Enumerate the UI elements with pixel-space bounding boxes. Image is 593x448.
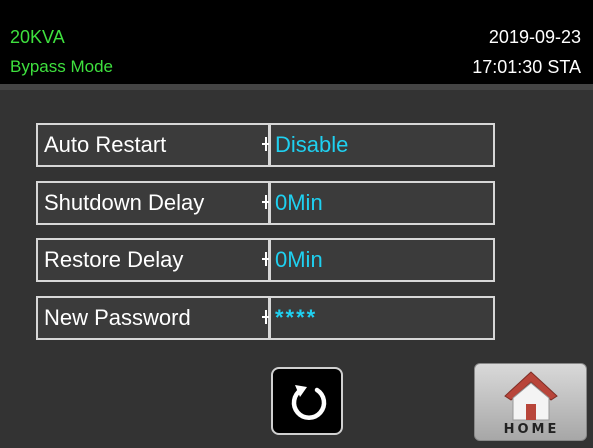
setting-label: Shutdown Delay (36, 181, 270, 225)
home-label: HOME (503, 422, 560, 437)
setting-label: Auto Restart (36, 123, 270, 167)
setting-row-shutdown-delay: Shutdown Delay 0Min (36, 181, 496, 225)
setting-value-shutdown-delay[interactable]: 0Min (269, 181, 495, 225)
status-header: 20KVA Bypass Mode 2019-09-23 17:01:30 ST… (0, 0, 593, 84)
setting-value-new-password[interactable]: **** (269, 296, 495, 340)
back-button[interactable] (271, 367, 343, 435)
home-button[interactable]: HOME (474, 363, 587, 441)
connector-tick (265, 137, 267, 151)
model-label: 20KVA (10, 27, 65, 47)
date-label: 2019-09-23 (488, 27, 581, 47)
setting-label: Restore Delay (36, 238, 270, 282)
time-label: 17:01:30 STA (472, 57, 581, 77)
setting-value-restore-delay[interactable]: 0Min (269, 238, 495, 282)
connector-tick (265, 195, 267, 209)
setting-row-new-password: New Password **** (36, 296, 496, 340)
connector-tick (265, 252, 267, 266)
setting-label: New Password (36, 296, 270, 340)
connector-tick (265, 310, 267, 324)
mode-label: Bypass Mode (10, 57, 113, 76)
setting-row-restore-delay: Restore Delay 0Min (36, 238, 496, 282)
setting-value-auto-restart[interactable]: Disable (269, 123, 495, 167)
setting-row-auto-restart: Auto Restart Disable (36, 123, 496, 167)
ups-screen: 20KVA Bypass Mode 2019-09-23 17:01:30 ST… (0, 0, 593, 448)
